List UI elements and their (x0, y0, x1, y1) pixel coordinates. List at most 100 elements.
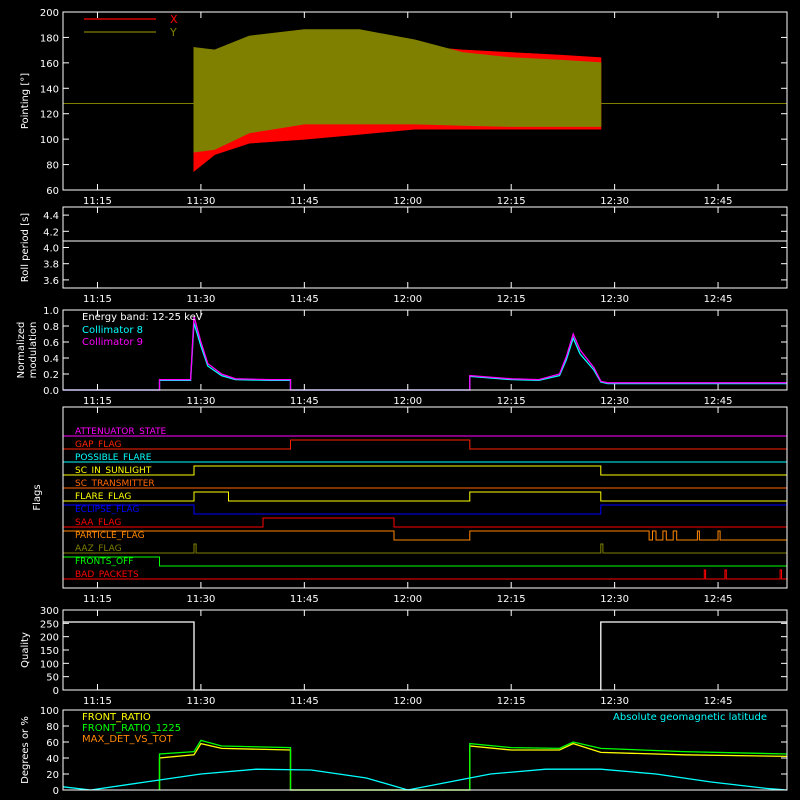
flag-line (63, 439, 787, 450)
y-tick-label: 50 (46, 673, 59, 684)
flags-panel-frame (62, 406, 788, 589)
y-tick-label: 0 (53, 786, 59, 797)
y-tick-label: 1.0 (43, 306, 59, 317)
x-tick-label: 12:15 (497, 294, 526, 305)
y-tick-label: 0.8 (43, 322, 59, 333)
flag-line (63, 491, 787, 502)
y-tick-label: 180 (40, 33, 59, 44)
ratio-line-1 (158, 739, 788, 791)
y-tick-label: 100 (40, 659, 59, 670)
x-tick-label: 12:45 (704, 594, 733, 605)
flag-line (62, 530, 787, 541)
y-tick-label: 120 (40, 110, 59, 121)
y-tick-label: 100 (40, 706, 59, 717)
flag-label: SAA_FLAG (75, 518, 121, 528)
y-axis-label: Normalized (16, 322, 27, 379)
ratio-line-3 (62, 768, 788, 791)
ratio-line-0 (158, 742, 788, 791)
legend-label-geomagnetic: Absolute geomagnetic latitude (613, 712, 767, 723)
flag-label: ECLIPSE_FLAG (75, 505, 139, 515)
y-tick-label: 0 (53, 686, 59, 697)
x-tick-label: 11:30 (186, 696, 215, 707)
y-tick-label: 20 (46, 770, 59, 781)
flag-label: GAP_FLAG (75, 440, 121, 450)
flag-line (62, 504, 788, 515)
y-tick-label: 80 (46, 722, 59, 733)
x-tick-label: 11:15 (83, 294, 112, 305)
y-tick-label: 200 (40, 633, 59, 644)
x-tick-label: 11:45 (290, 696, 319, 707)
x-tick-label: 12:30 (600, 696, 629, 707)
x-tick-label: 12:15 (497, 696, 526, 707)
x-tick-label: 12:00 (393, 396, 422, 407)
x-tick-label: 12:45 (704, 196, 733, 207)
y-tick-label: 100 (40, 135, 59, 146)
x-tick-label: 12:15 (497, 196, 526, 207)
x-tick-label: 11:30 (186, 196, 215, 207)
x-tick-label: 12:30 (600, 196, 629, 207)
flag-label: FRONTS_OFF (75, 557, 133, 567)
x-tick-label: 11:45 (290, 196, 319, 207)
x-tick-label: 12:45 (704, 294, 733, 305)
y-tick-label: 0.2 (43, 370, 59, 381)
y-tick-label: 300 (40, 606, 59, 617)
x-tick-label: 11:15 (83, 196, 112, 207)
x-tick-label: 11:30 (186, 396, 215, 407)
y-tick-label: 80 (46, 161, 59, 172)
flag-label: FLARE_FLAG (75, 492, 131, 502)
y-tick-label: 250 (40, 619, 59, 630)
y-tick-label: 0.6 (43, 338, 59, 349)
y-axis-label: modulation (28, 322, 39, 379)
x-tick-label: 11:15 (83, 396, 112, 407)
y-tick-label: 200 (40, 8, 59, 19)
x-tick-label: 12:45 (704, 396, 733, 407)
x-tick-label: 12:00 (393, 294, 422, 305)
flag-label: POSSIBLE_FLARE (75, 453, 152, 463)
y-axis-label: Roll period [s] (20, 213, 31, 282)
y-tick-label: 140 (40, 84, 59, 95)
x-tick-label: 11:15 (83, 594, 112, 605)
legend-label-ratio: MAX_DET_VS_TOT (82, 734, 174, 745)
legend-label-y: Y (169, 26, 177, 39)
x-tick-label: 12:00 (393, 196, 422, 207)
x-tick-label: 12:15 (497, 594, 526, 605)
flag-label: PARTICLE_FLAG (75, 531, 145, 541)
x-tick-label: 12:30 (600, 294, 629, 305)
legend-label-collimator: Collimator 9 (82, 337, 143, 348)
y-tick-label: 40 (46, 754, 59, 765)
y-tick-label: 0.0 (43, 386, 59, 397)
flag-line (63, 465, 787, 476)
y-axis-label: Pointing [°] (20, 73, 31, 129)
x-tick-label: 12:15 (497, 396, 526, 407)
x-tick-label: 12:45 (704, 696, 733, 707)
y-tick-label: 4.2 (43, 227, 59, 238)
y-tick-label: 3.6 (43, 276, 59, 287)
y-tick-label: 4.4 (43, 211, 59, 222)
roll-panel-frame (62, 206, 788, 289)
y-axis-label: Quality (20, 632, 31, 668)
flag-label: ATTENUATOR_STATE (75, 427, 167, 437)
modulation-line-9 (63, 316, 787, 391)
legend-label-x: X (170, 13, 178, 26)
flag-label: BAD_PACKETS (75, 570, 139, 580)
x-tick-label: 12:00 (393, 594, 422, 605)
y-tick-label: 150 (40, 646, 59, 657)
flag-label: AAZ_FLAG (75, 544, 122, 554)
summary-chart: 608010012014016018020011:15 11:30 11:45 12:… (16, 8, 788, 797)
flag-line (63, 517, 787, 528)
legend-label-collimator: Collimator 8 (82, 325, 143, 336)
y-tick-label: 0.4 (43, 354, 59, 365)
legend-label-ratio: FRONT_RATIO (82, 712, 151, 723)
flag-line (63, 543, 787, 554)
flag-line (62, 556, 787, 567)
y-tick-label: 60 (46, 738, 59, 749)
x-tick-label: 11:30 (186, 594, 215, 605)
x-tick-label: 11:45 (290, 396, 319, 407)
y-axis-label: Flags (32, 484, 43, 510)
flag-line (63, 569, 787, 580)
legend-label-ratio: FRONT_RATIO_1225 (82, 723, 181, 734)
x-tick-label: 12:00 (393, 696, 422, 707)
y-tick-label: 160 (40, 59, 59, 70)
y-tick-label: 3.8 (43, 260, 59, 271)
flag-label: SC_IN_SUNLIGHT (75, 466, 152, 476)
